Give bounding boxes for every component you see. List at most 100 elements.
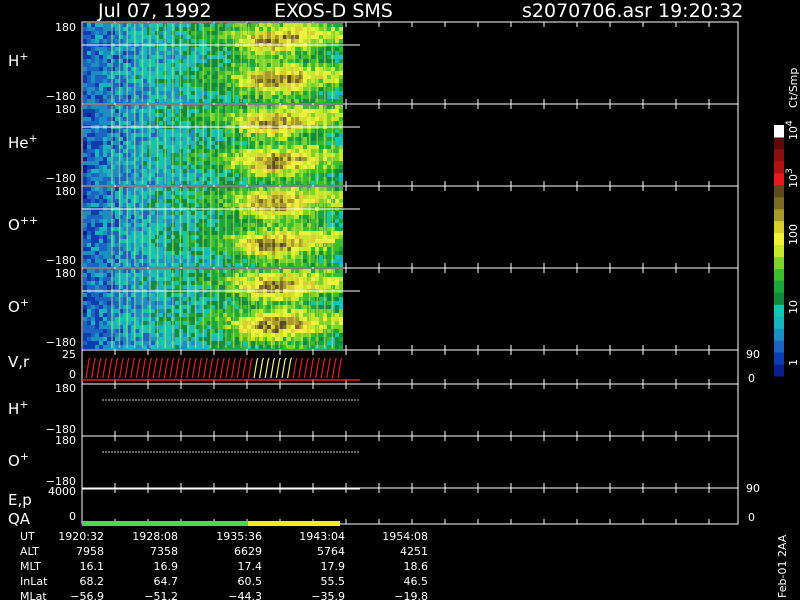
spectro-cell xyxy=(103,91,107,95)
spectro-cell xyxy=(303,215,307,219)
spectro-cell xyxy=(259,157,263,161)
spectro-cell xyxy=(175,59,179,63)
spectro-cell xyxy=(99,117,103,121)
spectro-cell xyxy=(115,39,119,43)
spectro-cell xyxy=(87,87,91,91)
spectro-cell xyxy=(159,337,163,341)
spectro-cell xyxy=(135,251,139,255)
spectro-cell xyxy=(319,199,323,203)
spectro-cell xyxy=(91,301,95,305)
spectro-cell xyxy=(83,145,87,149)
spectro-cell xyxy=(319,187,323,191)
spectro-cell xyxy=(191,117,195,121)
spectro-cell xyxy=(319,169,323,173)
spectro-cell xyxy=(199,309,203,313)
spectro-cell xyxy=(267,203,271,207)
spectro-cell xyxy=(319,239,323,243)
spectro-cell xyxy=(87,333,91,337)
spectro-cell xyxy=(107,129,111,133)
spectro-cell xyxy=(107,39,111,43)
spectro-cell xyxy=(275,109,279,113)
spectro-cell xyxy=(339,121,343,125)
spectro-cell xyxy=(123,75,127,79)
spectro-cell xyxy=(123,281,127,285)
spectro-cell xyxy=(151,75,155,79)
spectro-cell xyxy=(159,341,163,345)
spectro-cell xyxy=(83,47,87,51)
spectro-cell xyxy=(251,259,255,263)
spectro-cell xyxy=(95,285,99,289)
spectro-cell xyxy=(327,129,331,133)
spectro-cell xyxy=(227,55,231,59)
spectro-cell xyxy=(199,203,203,207)
spectro-cell xyxy=(103,273,107,277)
spectro-cell xyxy=(243,39,247,43)
spectro-cell xyxy=(103,169,107,173)
spectro-cell xyxy=(103,137,107,141)
spectro-cell xyxy=(103,117,107,121)
spectro-cell xyxy=(227,59,231,63)
spectro-cell xyxy=(87,59,91,63)
spectro-cell xyxy=(219,129,223,133)
spectro-cell xyxy=(123,269,127,273)
spectro-cell xyxy=(275,91,279,95)
spectro-cell xyxy=(339,187,343,191)
spectro-cell xyxy=(83,259,87,263)
spectro-cell xyxy=(303,55,307,59)
spectro-cell xyxy=(227,83,231,87)
spectro-cell xyxy=(191,121,195,125)
spectro-cell xyxy=(287,27,291,31)
spectro-cell xyxy=(175,341,179,345)
spectro-cell xyxy=(211,141,215,145)
spectro-cell xyxy=(143,75,147,79)
spectro-cell xyxy=(287,243,291,247)
spectro-cell xyxy=(99,23,103,27)
spectro-cell xyxy=(303,263,307,267)
spectro-cell xyxy=(135,333,139,337)
spectro-cell xyxy=(183,105,187,109)
spectro-cell xyxy=(275,117,279,121)
spectro-cell xyxy=(95,255,99,259)
spectro-cell xyxy=(143,51,147,55)
spectro-cell xyxy=(211,23,215,27)
spectro-cell xyxy=(227,235,231,239)
spectro-cell xyxy=(311,259,315,263)
spectro-cell xyxy=(103,211,107,215)
spectro-cell xyxy=(135,35,139,39)
spectro-cell xyxy=(151,109,155,113)
spectro-cell xyxy=(107,305,111,309)
spectro-cell xyxy=(151,165,155,169)
spectro-cell xyxy=(115,215,119,219)
spectro-cell xyxy=(143,27,147,31)
spectro-cell xyxy=(235,191,239,195)
spectro-cell xyxy=(199,247,203,251)
spectro-cell xyxy=(259,71,263,75)
spectro-cell xyxy=(311,263,315,267)
spectro-cell xyxy=(319,99,323,103)
spectro-cell xyxy=(259,59,263,63)
spectro-cell xyxy=(143,243,147,247)
spectro-cell xyxy=(135,129,139,133)
spectro-cell xyxy=(151,191,155,195)
spectro-cell xyxy=(99,67,103,71)
spectro-cell xyxy=(107,31,111,35)
spectro-cell xyxy=(83,293,87,297)
spectro-cell xyxy=(243,153,247,157)
spectro-cell xyxy=(115,99,119,103)
spectro-cell xyxy=(327,169,331,173)
spectro-cell xyxy=(91,329,95,333)
spectro-cell xyxy=(303,153,307,157)
spectro-cell xyxy=(295,263,299,267)
spectro-cell xyxy=(219,191,223,195)
spectro-cell xyxy=(303,23,307,27)
spectro-cell xyxy=(151,273,155,277)
spectro-cell xyxy=(235,117,239,121)
spectro-cell xyxy=(123,35,127,39)
spectro-cell xyxy=(303,133,307,137)
spectro-cell xyxy=(287,113,291,117)
spectro-cell xyxy=(295,59,299,63)
spectro-cell xyxy=(175,223,179,227)
spectro-cell xyxy=(83,255,87,259)
spectro-cell xyxy=(335,63,339,67)
spectro-cell xyxy=(143,269,147,273)
